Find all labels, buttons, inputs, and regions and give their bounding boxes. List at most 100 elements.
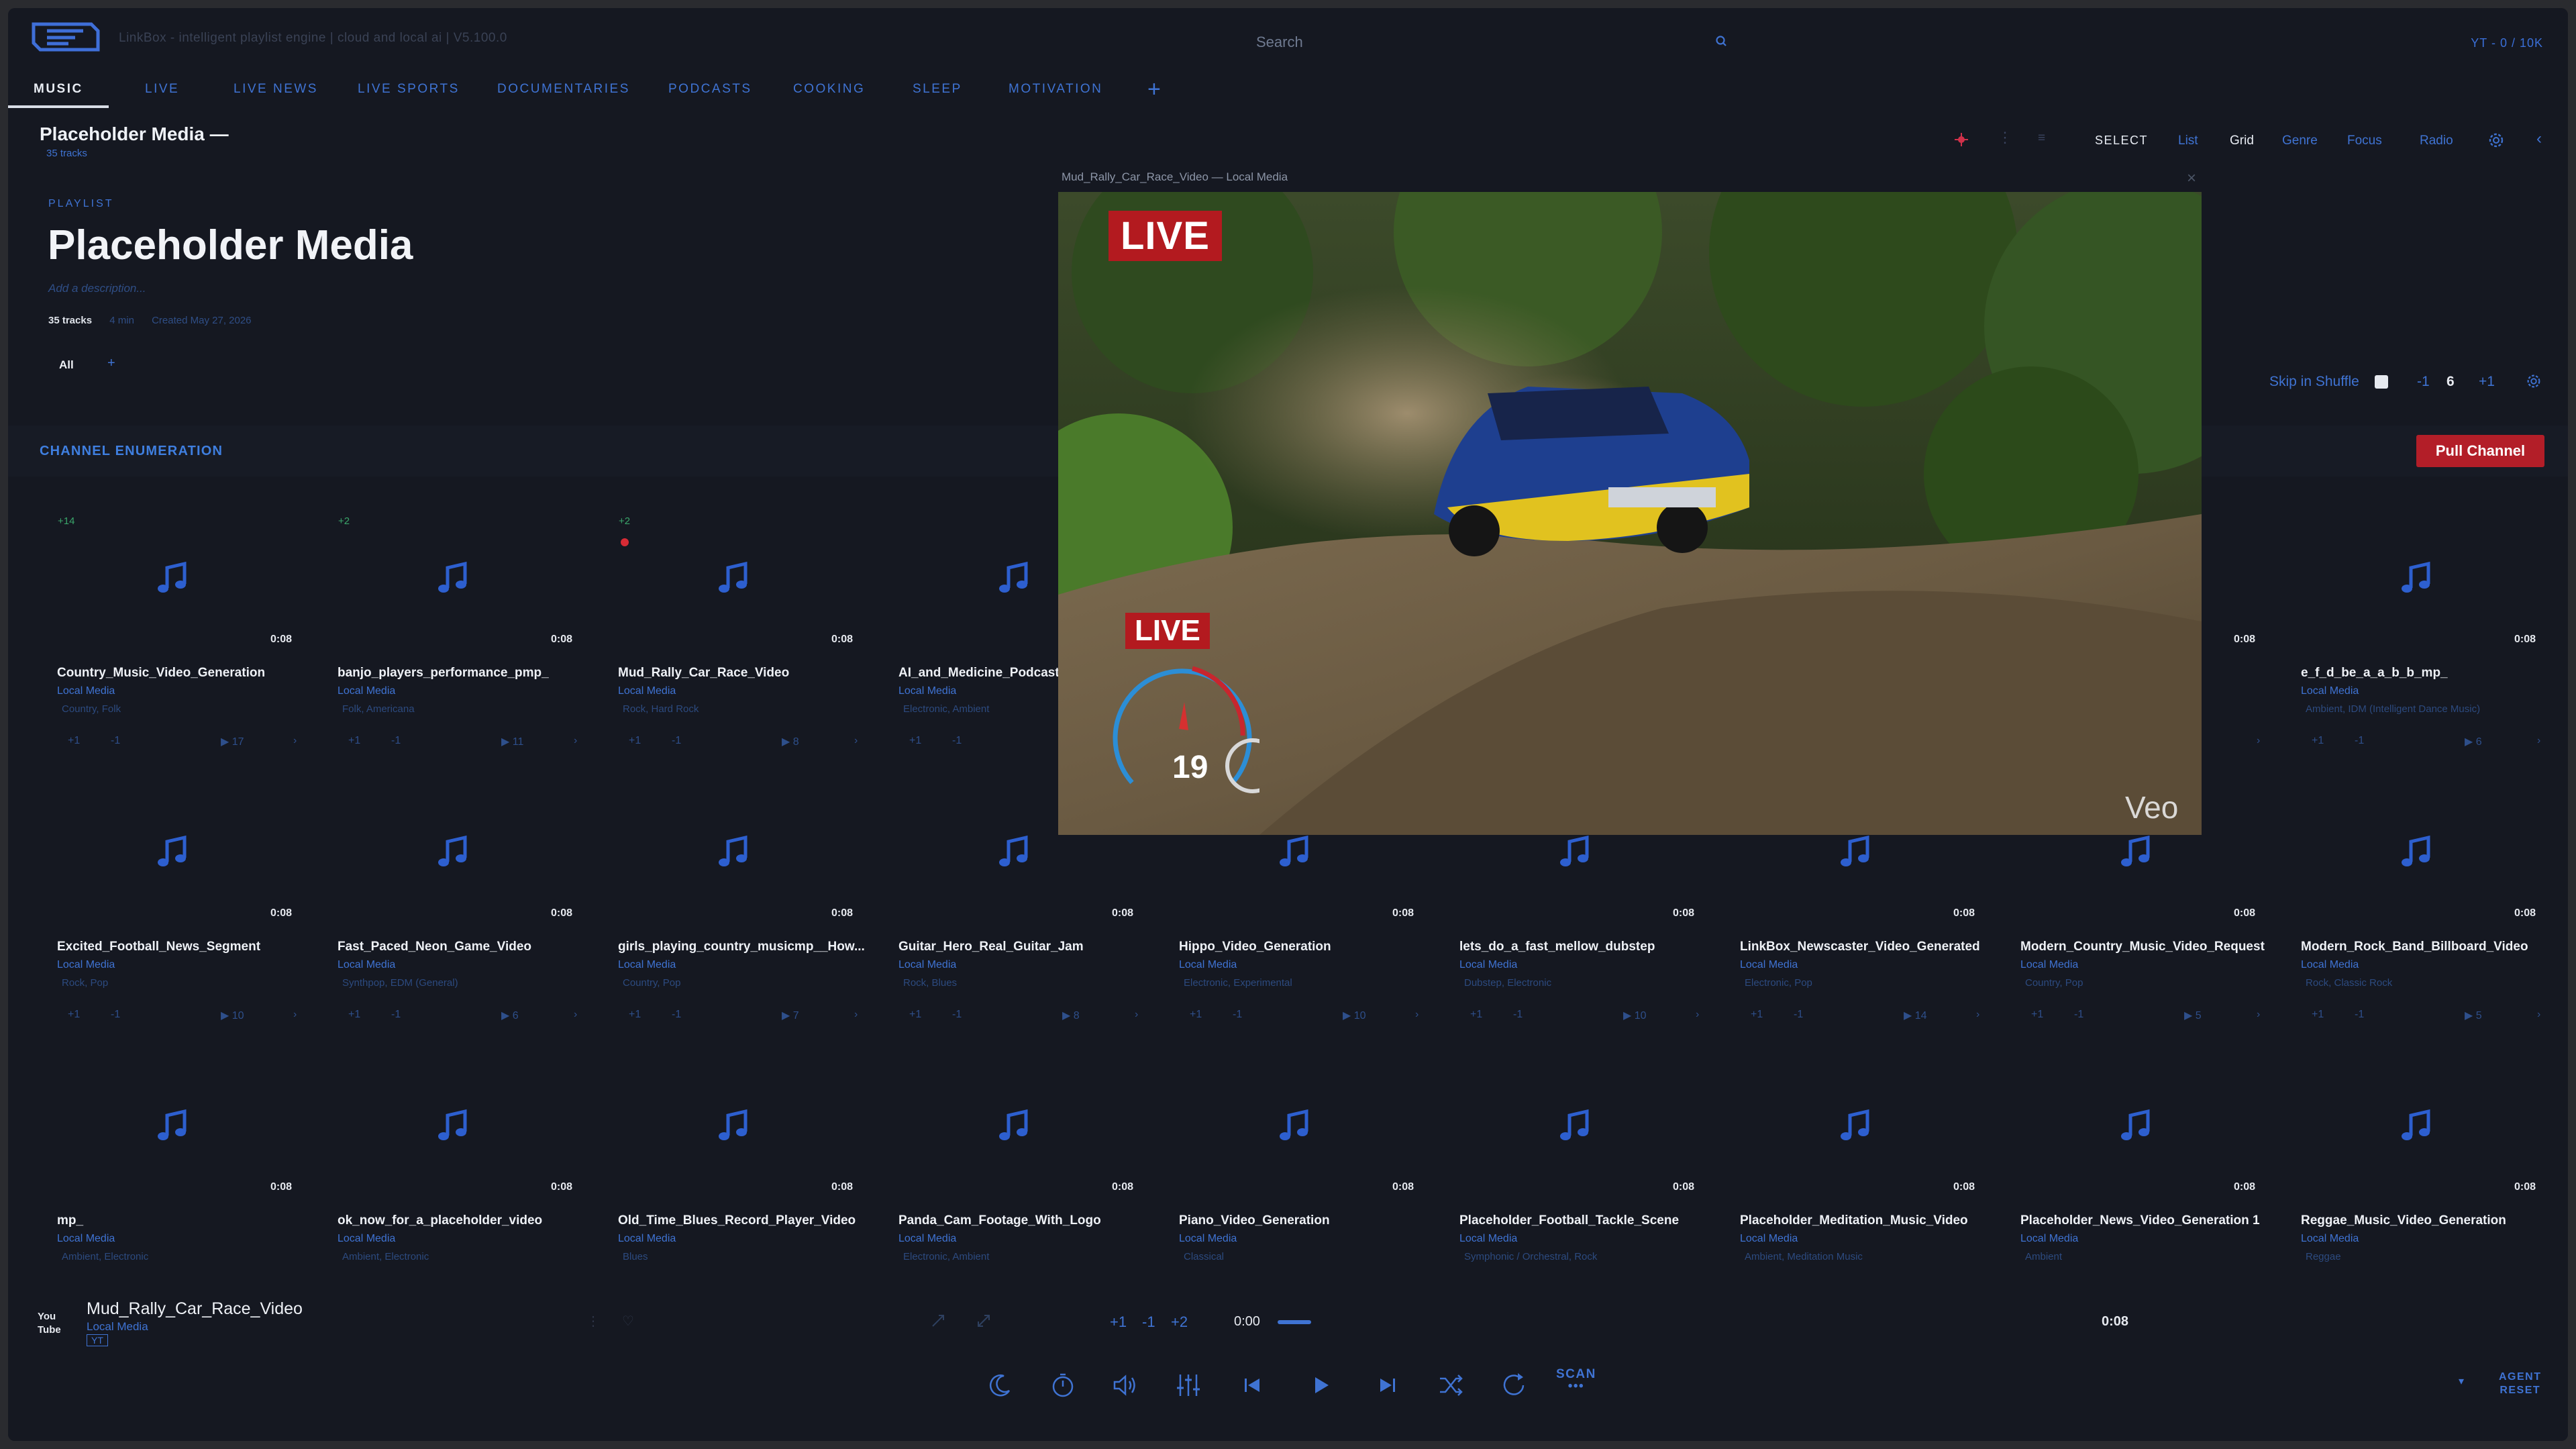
track-name[interactable]: Old_Time_Blues_Record_Player_Video [618,1213,880,1228]
track-vote-up[interactable]: +1 [1190,1009,1202,1021]
track-card[interactable]: +2 0:08 Mud_Rally_Car_Race_Video Local Medi… [601,491,881,760]
track-vote-down[interactable]: -1 [1513,1009,1523,1021]
chevron-right-icon[interactable]: › [574,735,577,747]
tab-cooking[interactable]: COOKING [793,82,865,97]
crosshair-icon[interactable] [1954,132,1969,147]
track-vote-down[interactable]: -1 [2355,1009,2364,1021]
chevron-right-icon[interactable]: › [1415,1009,1419,1021]
search-bar[interactable] [1256,34,1726,54]
play-icon[interactable] [1305,1370,1335,1400]
track-card[interactable]: 0:08 e_f_d_be_a_a_b_b_mp_ Local Media Ambie… [2283,491,2564,760]
video-player[interactable]: LIVE LIVE 19 Veo [1058,192,2202,835]
track-card[interactable]: 0:08 Fast_Paced_Neon_Game_Video Local Medi… [320,765,601,1034]
shuffle-icon[interactable] [1436,1370,1465,1400]
track-name[interactable]: Modern_Country_Music_Video_Request [2020,940,2282,954]
sort-icon[interactable]: ≡ [2038,131,2045,146]
track-card[interactable]: +2 0:08 banjo_players_performance_pmp_ Loca… [320,491,601,760]
track-vote-down[interactable]: -1 [1233,1009,1242,1021]
track-vote-up[interactable]: +1 [629,1009,641,1021]
chevron-right-icon[interactable]: › [854,735,858,747]
gear-icon[interactable] [2487,131,2506,150]
repeat-icon[interactable] [1499,1370,1529,1400]
track-vote-down[interactable]: -1 [2074,1009,2083,1021]
select-button[interactable]: SELECT [2095,134,2148,148]
track-name[interactable]: ok_now_for_a_placeholder_video [338,1213,599,1228]
track-vote-down[interactable]: -1 [1794,1009,1803,1021]
track-name[interactable]: mp_ [57,1213,319,1228]
search-icon[interactable] [1715,35,1727,47]
chevron-right-icon[interactable]: › [574,1009,577,1021]
tab-live-sports[interactable]: LIVE SPORTS [358,82,460,97]
tab-podcasts[interactable]: PODCASTS [668,82,752,97]
track-card[interactable]: 0:08 Excited_Football_News_Segment Local M… [40,765,320,1034]
view-focus-button[interactable]: Focus [2347,134,2382,148]
view-grid-button[interactable]: Grid [2230,134,2254,148]
view-genre-button[interactable]: Genre [2282,134,2318,148]
fullscreen-icon[interactable] [976,1313,991,1328]
chevron-right-icon[interactable]: › [2537,1009,2540,1021]
track-name[interactable]: Guitar_Hero_Real_Guitar_Jam [898,940,1160,954]
track-vote-down[interactable]: -1 [391,735,401,747]
track-vote-up[interactable]: +1 [2312,735,2324,747]
track-name[interactable]: Placeholder_Meditation_Music_Video [1740,1213,2002,1228]
track-vote-down[interactable]: -1 [952,1009,962,1021]
skip-in-shuffle-checkbox[interactable] [2375,375,2388,389]
timer-icon[interactable] [1048,1370,1078,1400]
heart-icon[interactable]: ♡ [622,1313,634,1330]
chevron-right-icon[interactable]: › [1976,1009,1979,1021]
progress-bar[interactable] [1278,1320,1311,1324]
chevron-right-icon[interactable]: › [2257,735,2260,747]
more-vertical-icon[interactable]: ⋮ [1998,129,2012,146]
track-card[interactable]: 0:08mp_Local MediaAmbient, Electronic+1-… [40,1039,320,1307]
track-vote-down[interactable]: -1 [672,735,681,747]
linkbox-logo[interactable] [28,21,102,52]
chevron-right-icon[interactable]: › [2537,735,2540,747]
track-name[interactable]: Panda_Cam_Footage_With_Logo [898,1213,1160,1228]
chevron-left-icon[interactable]: ‹ [2536,130,2542,148]
track-card[interactable]: +14 0:08 Country_Music_Video_Generation Loc… [40,491,320,760]
track-vote-up[interactable]: +1 [909,1009,921,1021]
track-card[interactable]: 0:08 Placeholder_News_Video_Generation 1 L… [2003,1039,2283,1307]
playlist-title[interactable]: Placeholder Media [48,221,413,269]
volume-icon[interactable] [1111,1370,1140,1400]
chevron-right-icon[interactable]: › [1135,1009,1138,1021]
track-name[interactable]: Piano_Video_Generation [1179,1213,1441,1228]
previous-track-icon[interactable] [1237,1370,1267,1400]
vote-up-button[interactable]: +1 [1110,1313,1127,1331]
track-name[interactable]: lets_do_a_fast_mellow_dubstep [1459,940,1721,954]
track-vote-down[interactable]: -1 [111,735,120,747]
track-vote-down[interactable]: -1 [391,1009,401,1021]
chevron-right-icon[interactable]: › [1696,1009,1699,1021]
chevron-right-icon[interactable]: › [2257,1009,2260,1021]
close-icon[interactable]: × [2187,169,2196,188]
track-card[interactable]: 0:08 Panda_Cam_Footage_With_Logo Local Med… [881,1039,1162,1307]
track-vote-down[interactable]: -1 [952,735,962,747]
track-name[interactable]: Hippo_Video_Generation [1179,940,1441,954]
vote-plus-two-button[interactable]: +2 [1171,1313,1188,1331]
chevron-right-icon[interactable]: › [293,735,297,747]
track-name[interactable]: Placeholder_Football_Tackle_Scene [1459,1213,1721,1228]
scan-button[interactable]: SCAN ••• [1556,1368,1596,1393]
search-input[interactable] [1256,34,1659,51]
tab-sleep[interactable]: SLEEP [913,82,962,97]
track-vote-up[interactable]: +1 [1470,1009,1482,1021]
track-vote-down[interactable]: -1 [111,1009,120,1021]
track-name[interactable]: Country_Music_Video_Generation [57,666,319,681]
track-card[interactable]: 0:08 Piano_Video_Generation Local Media Cla… [1162,1039,1442,1307]
track-card[interactable]: 0:08 Old_Time_Blues_Record_Player_Video Lo… [601,1039,881,1307]
chevron-right-icon[interactable]: › [293,1009,297,1021]
pull-channel-button[interactable]: Pull Channel [2416,435,2544,467]
more-vertical-icon[interactable]: ⋮ [586,1313,600,1330]
track-vote-down[interactable]: -1 [672,1009,681,1021]
equalizer-icon[interactable] [1174,1370,1203,1400]
now-playing-title[interactable]: Mud_Rally_Car_Race_Video [87,1299,303,1319]
track-vote-up[interactable]: +1 [348,1009,360,1021]
tab-documentaries[interactable]: DOCUMENTARIES [497,82,630,97]
track-card[interactable]: 0:08 Placeholder_Football_Tackle_Scene Loc… [1442,1039,1722,1307]
chevron-down-icon[interactable]: ▾ [2459,1375,2464,1388]
tab-live[interactable]: LIVE [145,82,179,97]
shuffle-plus-button[interactable]: +1 [2479,374,2495,390]
gear-icon[interactable] [2525,372,2542,390]
track-name[interactable]: Fast_Paced_Neon_Game_Video [338,940,599,954]
track-card[interactable]: 0:08 girls_playing_country_musicmp__How..… [601,765,881,1034]
